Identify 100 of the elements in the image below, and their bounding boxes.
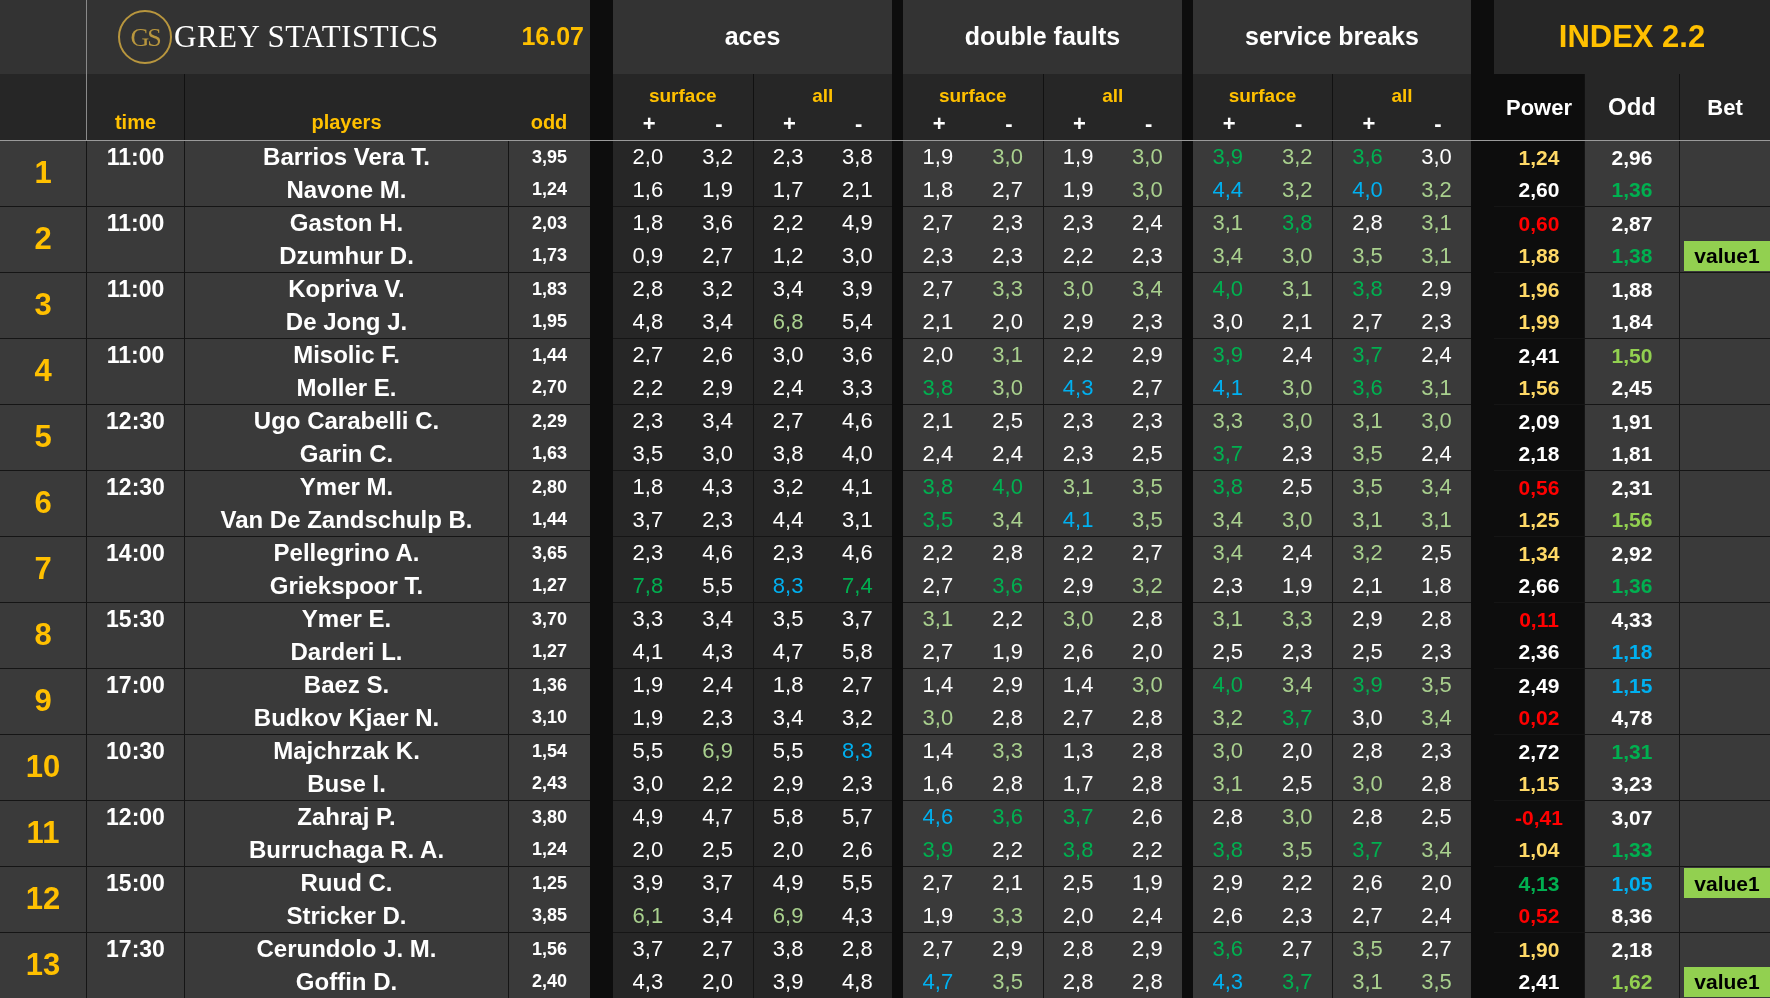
- stat-value: 2,3: [1132, 407, 1163, 436]
- stat-value: 3,0: [1281, 803, 1313, 832]
- stat-value: 2,5: [1281, 473, 1313, 502]
- stat-value: 4,6: [702, 539, 733, 568]
- rank-number: 8: [34, 616, 52, 655]
- stat-value: 2,7: [922, 275, 954, 304]
- stat-value: 1,4: [1062, 671, 1094, 700]
- stat-value: 2,6: [1352, 869, 1383, 898]
- stat-value: 3,2: [1212, 703, 1244, 732]
- player-name: Ymer E.: [301, 604, 392, 635]
- player-name: Cerundolo J. M.: [256, 934, 437, 965]
- index-odd: 2,87: [1611, 210, 1653, 237]
- stat-value: 2,0: [992, 307, 1023, 336]
- match-time: 11:00: [106, 341, 165, 370]
- sign-label: +: [642, 110, 656, 138]
- player-odd: 3,85: [531, 904, 567, 928]
- stat-value: 2,7: [632, 341, 664, 370]
- index-odd: 1,84: [1611, 309, 1653, 335]
- stat-value: 3,6: [992, 571, 1023, 600]
- stat-value: 2,7: [842, 671, 873, 700]
- player-name: Pellegrino A.: [273, 538, 420, 569]
- stat-value: 3,5: [1352, 473, 1383, 502]
- stat-value: 2,8: [1132, 605, 1163, 634]
- player-odd: 2,43: [531, 772, 567, 796]
- stat-value: 5,5: [772, 737, 804, 766]
- stat-value: 3,0: [1212, 737, 1244, 766]
- power-value: -0,41: [1515, 804, 1563, 831]
- stat-value: 2,1: [922, 307, 954, 336]
- stat-value: 3,1: [1212, 769, 1244, 798]
- stat-value: 2,6: [1132, 803, 1163, 832]
- sign-label: -: [855, 110, 863, 138]
- index-odd: 1,18: [1611, 639, 1653, 665]
- stat-value: 3,5: [992, 967, 1023, 996]
- stat-value: 3,9: [842, 275, 873, 304]
- power-value: 0,60: [1518, 210, 1560, 237]
- subcolumn-header: surface: [648, 84, 717, 108]
- stat-value: 2,3: [632, 407, 664, 436]
- stat-value: 3,0: [1421, 143, 1452, 172]
- player-odd: 3,80: [531, 805, 567, 829]
- power-value: 2,18: [1518, 441, 1560, 467]
- index-odd: 1,15: [1611, 672, 1653, 699]
- column-header: Bet: [1707, 93, 1743, 122]
- stat-value: 3,9: [1352, 671, 1383, 700]
- bet-tag: value1: [1684, 868, 1770, 899]
- subcolumn-header: all: [1391, 84, 1413, 108]
- player-name: Baez S.: [303, 670, 390, 701]
- stat-value: 3,7: [1062, 803, 1094, 832]
- stat-value: 4,6: [842, 539, 873, 568]
- group-title: double faults: [964, 21, 1121, 53]
- stat-value: 4,8: [632, 307, 664, 336]
- stat-value: 3,0: [1421, 407, 1452, 436]
- stat-value: 2,8: [992, 769, 1023, 798]
- column-header: Odd: [1608, 92, 1656, 122]
- stat-value: 3,6: [1352, 373, 1383, 402]
- stat-value: 3,7: [1212, 439, 1244, 468]
- index-odd: 3,23: [1611, 771, 1653, 797]
- stat-value: 4,0: [1352, 175, 1383, 204]
- player-odd: 2,29: [531, 409, 567, 433]
- stat-value: 3,5: [1132, 473, 1163, 502]
- stat-value: 3,5: [1352, 935, 1383, 964]
- stat-value: 3,0: [772, 341, 804, 370]
- player-name: Budkov Kjaer N.: [253, 702, 440, 733]
- stat-value: 4,6: [842, 407, 873, 436]
- stat-value: 1,8: [1421, 571, 1452, 600]
- stat-value: 2,7: [922, 571, 954, 600]
- date-label: 16.07: [521, 21, 584, 53]
- stat-value: 3,2: [1281, 143, 1313, 172]
- stat-value: 2,5: [1281, 769, 1313, 798]
- stat-value: 1,3: [1062, 737, 1094, 766]
- stat-value: 2,3: [632, 539, 664, 568]
- stat-value: 2,0: [1421, 869, 1452, 898]
- index-odd: 1,31: [1611, 738, 1653, 765]
- stat-value: 4,7: [922, 967, 954, 996]
- sign-label: +: [932, 110, 946, 138]
- stat-value: 6,9: [772, 901, 804, 930]
- stat-value: 3,1: [1212, 605, 1244, 634]
- stat-value: 2,2: [922, 539, 954, 568]
- index-odd: 2,92: [1611, 540, 1653, 567]
- stat-value: 3,9: [1212, 341, 1244, 370]
- stat-value: 4,3: [702, 637, 733, 666]
- stat-value: 2,8: [1352, 803, 1383, 832]
- stat-value: 2,5: [1062, 869, 1094, 898]
- player-name: Van De Zandschulp B.: [220, 504, 473, 535]
- stat-value: 5,5: [842, 869, 873, 898]
- player-odd: 1,73: [531, 244, 567, 268]
- stat-value: 2,8: [1132, 737, 1163, 766]
- player-name: Stricker D.: [286, 900, 407, 931]
- power-value: 1,34: [1518, 540, 1560, 567]
- index-odd: 2,96: [1611, 144, 1653, 171]
- stat-value: 3,0: [1062, 275, 1094, 304]
- stat-value: 4,9: [842, 209, 873, 238]
- player-odd: 2,03: [531, 211, 567, 235]
- stat-value: 3,7: [632, 505, 664, 534]
- player-name: Ugo Carabelli C.: [253, 406, 440, 437]
- stat-value: 3,0: [1281, 407, 1313, 436]
- stat-value: 2,5: [992, 407, 1023, 436]
- stat-value: 3,5: [632, 439, 664, 468]
- stat-value: 2,3: [922, 241, 954, 270]
- column-header: odd: [530, 110, 568, 135]
- stat-value: 4,1: [632, 637, 664, 666]
